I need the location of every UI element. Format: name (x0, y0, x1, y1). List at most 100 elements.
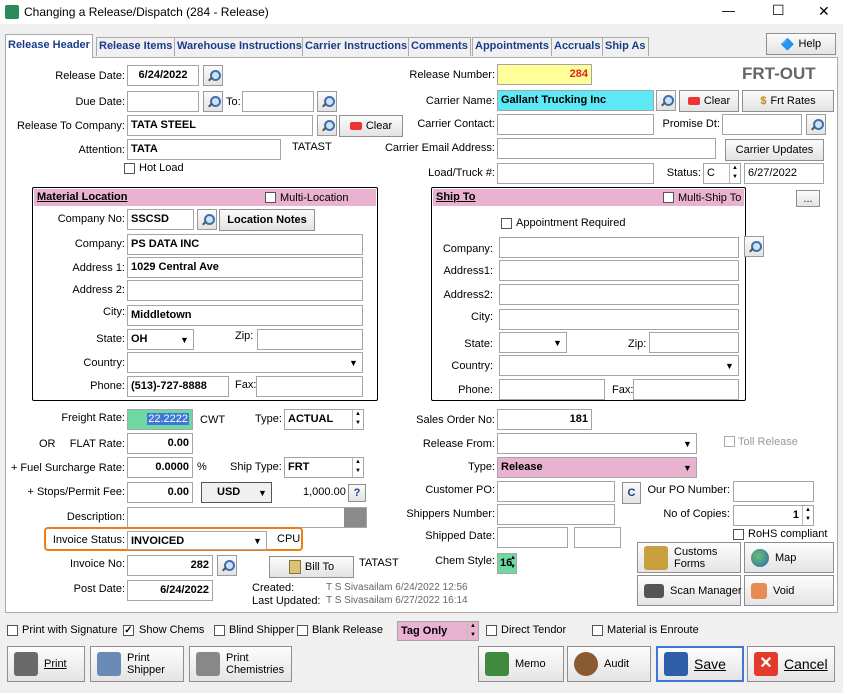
shipped-time-field[interactable] (574, 527, 621, 548)
show-chems-checkbox[interactable]: ✓ (123, 625, 134, 636)
carrier-updates-button[interactable]: Carrier Updates (725, 139, 824, 161)
company-no-field[interactable]: SSCSD (127, 209, 194, 230)
material-country-select[interactable]: ▼ (127, 352, 363, 373)
shipped-date-field[interactable] (497, 527, 568, 548)
stops-fee-field[interactable]: 0.00 (127, 482, 193, 503)
material-addr2-field[interactable] (127, 280, 363, 301)
tab-comments[interactable]: Comments (408, 37, 471, 56)
material-fax-field[interactable] (256, 376, 363, 397)
freight-type-spinner[interactable]: ▲ ▼ (352, 410, 363, 429)
memo-button[interactable]: Memo (478, 646, 564, 682)
invoice-no-lookup[interactable] (217, 555, 237, 576)
material-city-field[interactable]: Middletown (127, 305, 363, 326)
due-date-to-lookup[interactable] (317, 91, 337, 112)
release-from-select[interactable]: ▼ (497, 433, 697, 454)
sales-order-field[interactable]: 181 (497, 409, 592, 430)
material-addr1-field[interactable]: 1029 Central Ave (127, 257, 363, 278)
print-chemistries-button[interactable]: Print Chemistries (189, 646, 292, 682)
hot-load-checkbox[interactable] (124, 163, 135, 174)
bill-to-button[interactable]: Bill To (269, 556, 354, 578)
tab-accruals[interactable]: Accruals (551, 37, 604, 56)
minimize-button[interactable]: — (722, 3, 735, 18)
shipto-city-field[interactable] (499, 309, 739, 330)
shipto-state-select[interactable]: ▼ (499, 332, 567, 353)
material-company-field[interactable]: PS DATA INC (127, 234, 363, 255)
frt-rates-button[interactable]: $ Frt Rates (742, 90, 834, 112)
our-po-field[interactable] (733, 481, 814, 502)
promise-dt-lookup[interactable] (806, 114, 826, 135)
tab-release-header[interactable]: Release Header (5, 34, 93, 58)
shipto-addr2-field[interactable] (499, 284, 739, 305)
tab-carrier-instructions[interactable]: Carrier Instructions (302, 37, 411, 56)
ship-to-more-button[interactable]: ... (796, 190, 820, 207)
attention-field[interactable]: TATA (127, 139, 281, 160)
release-date-field[interactable]: 6/24/2022 (127, 65, 199, 86)
copies-spinner[interactable]: ▲ ▼ (802, 506, 813, 525)
multi-location-checkbox[interactable] (265, 192, 276, 203)
ship-type-spinner[interactable]: ▲ ▼ (352, 458, 363, 477)
release-to-company-lookup[interactable] (317, 115, 337, 136)
chem-style-spinner[interactable]: ▲ ▼ (510, 554, 516, 573)
release-date-lookup[interactable] (203, 65, 223, 86)
freight-type-field[interactable]: ACTUAL ▲ ▼ (284, 409, 364, 430)
carrier-contact-field[interactable] (497, 114, 654, 135)
status-spinner[interactable]: ▲ ▼ (729, 164, 740, 183)
description-field[interactable] (127, 507, 367, 528)
clear-company-button[interactable]: Clear (339, 115, 403, 137)
promise-dt-field[interactable] (722, 114, 802, 135)
blank-release-checkbox[interactable] (297, 625, 308, 636)
material-state-select[interactable]: OH ▼ (127, 329, 194, 350)
help-button[interactable]: 🔷 Help (766, 33, 836, 55)
shipto-company-field[interactable] (499, 237, 739, 258)
company-no-lookup[interactable] (197, 209, 217, 230)
invoice-no-field[interactable]: 282 (127, 555, 213, 576)
shippers-number-field[interactable] (497, 504, 615, 525)
customer-po-c-button[interactable]: C (622, 482, 641, 504)
due-date-to-field[interactable] (242, 91, 314, 112)
post-date-field[interactable]: 6/24/2022 (127, 580, 213, 601)
tab-release-items[interactable]: Release Items (96, 37, 176, 56)
customer-po-field[interactable] (497, 481, 615, 502)
customs-forms-button[interactable]: Customs Forms (637, 542, 741, 573)
scan-manager-button[interactable]: Scan Manager (637, 575, 742, 606)
audit-button[interactable]: Audit (567, 646, 651, 682)
carrier-name-field[interactable]: Gallant Trucking Inc (497, 90, 654, 111)
invoice-status-select[interactable]: INVOICED ▼ (127, 531, 267, 550)
clear-carrier-button[interactable]: Clear (679, 90, 739, 112)
material-zip-field[interactable] (257, 329, 363, 350)
multi-ship-to-checkbox[interactable] (663, 192, 674, 203)
freight-rate-field[interactable]: 22.2222 (127, 409, 193, 430)
print-button[interactable]: Print (7, 646, 85, 682)
maximize-button[interactable]: ☐ (772, 2, 785, 19)
currency-select[interactable]: USD ▼ (201, 482, 272, 503)
load-truck-field[interactable] (497, 163, 654, 184)
print-signature-checkbox[interactable] (7, 625, 18, 636)
tab-warehouse-instructions[interactable]: Warehouse Instructions (174, 37, 305, 56)
save-button[interactable]: Save (656, 646, 744, 682)
flat-rate-field[interactable]: 0.00 (127, 433, 193, 454)
close-button[interactable]: ✕ (818, 3, 830, 20)
map-button[interactable]: Map (744, 542, 834, 573)
void-button[interactable]: Void (744, 575, 834, 606)
print-shipper-button[interactable]: Print Shipper (90, 646, 184, 682)
shipto-company-lookup[interactable] (744, 236, 764, 257)
direct-tendor-checkbox[interactable] (486, 625, 497, 636)
due-date-lookup[interactable] (203, 91, 223, 112)
rate-help-button[interactable]: ? (348, 484, 366, 502)
copies-field[interactable]: 1 ▲ ▼ (733, 505, 814, 526)
sales-type-select[interactable]: Release ▼ (497, 457, 697, 478)
status-date-field[interactable]: 6/27/2022 (744, 163, 824, 184)
carrier-email-field[interactable] (497, 138, 716, 159)
release-to-company-field[interactable]: TATA STEEL (127, 115, 313, 136)
rohs-checkbox[interactable] (733, 529, 744, 540)
location-notes-button[interactable]: Location Notes (219, 209, 315, 231)
blind-shipper-checkbox[interactable] (214, 625, 225, 636)
tag-only-field[interactable]: Tag Only ▲ ▼ (397, 621, 479, 641)
shipto-addr1-field[interactable] (499, 260, 739, 281)
tag-only-spinner[interactable]: ▲ ▼ (467, 622, 478, 640)
carrier-lookup[interactable] (656, 90, 676, 111)
tab-appointments[interactable]: Appointments (472, 37, 552, 56)
due-date-field[interactable] (127, 91, 199, 112)
shipto-country-select[interactable]: ▼ (499, 355, 739, 376)
material-enroute-checkbox[interactable] (592, 625, 603, 636)
